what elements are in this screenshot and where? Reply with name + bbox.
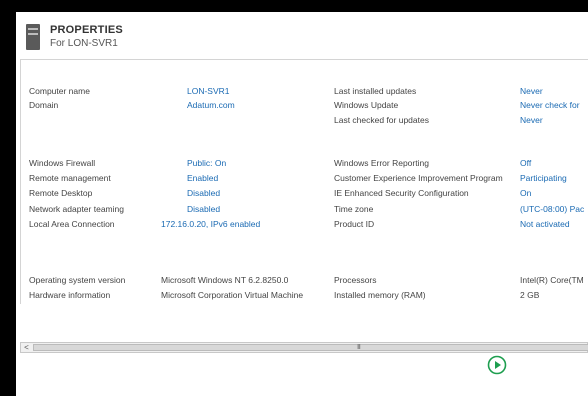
ie-esc-link[interactable]: On	[520, 188, 531, 198]
windows-update-label: Windows Update	[334, 100, 399, 110]
properties-panel: PROPERTIES For LON-SVR1 Computer name LO…	[16, 12, 588, 396]
hardware-info-label: Hardware information	[29, 290, 111, 300]
processors-label: Processors	[334, 275, 377, 285]
last-installed-updates-link[interactable]: Never	[520, 86, 543, 96]
os-version-value: Microsoft Windows NT 6.2.8250.0	[161, 275, 289, 285]
domain-label: Domain	[29, 100, 59, 110]
time-zone-label: Time zone	[334, 204, 374, 214]
computer-name-link[interactable]: LON-SVR1	[187, 86, 230, 96]
windows-firewall-label: Windows Firewall	[29, 158, 96, 168]
ie-esc-label: IE Enhanced Security Configuration	[334, 188, 469, 198]
last-checked-updates-label: Last checked for updates	[334, 115, 429, 125]
product-id-link[interactable]: Not activated	[520, 219, 570, 229]
remote-desktop-label: Remote Desktop	[29, 188, 93, 198]
scroll-grip-icon: III	[357, 344, 361, 351]
remote-management-label: Remote management	[29, 173, 111, 183]
time-zone-link[interactable]: (UTC-08:00) Pac	[520, 204, 584, 214]
scroll-thumb[interactable]: III	[33, 344, 588, 351]
page-subtitle: For LON-SVR1	[50, 38, 118, 49]
processors-value: Intel(R) Core(TM	[520, 275, 584, 285]
remote-management-link[interactable]: Enabled	[187, 173, 218, 183]
windows-update-link[interactable]: Never check for	[520, 100, 580, 110]
os-version-label: Operating system version	[29, 275, 126, 285]
last-installed-updates-label: Last installed updates	[334, 86, 417, 96]
windows-firewall-link[interactable]: Public: On	[187, 158, 226, 168]
domain-link[interactable]: Adatum.com	[187, 100, 235, 110]
remote-desktop-link[interactable]: Disabled	[187, 188, 220, 198]
network-adapter-teaming-link[interactable]: Disabled	[187, 204, 220, 214]
server-icon	[26, 24, 40, 50]
scroll-left-arrow-icon[interactable]: <	[21, 343, 32, 352]
network-adapter-teaming-label: Network adapter teaming	[29, 204, 124, 214]
computer-name-label: Computer name	[29, 86, 90, 96]
installed-memory-label: Installed memory (RAM)	[334, 290, 426, 300]
windows-error-reporting-label: Windows Error Reporting	[334, 158, 429, 168]
play-circle-icon[interactable]	[487, 355, 507, 375]
hardware-info-value: Microsoft Corporation Virtual Machine	[161, 290, 304, 300]
play-triangle	[495, 361, 501, 369]
page-title: PROPERTIES	[50, 24, 123, 36]
ceip-link[interactable]: Participating	[520, 173, 567, 183]
product-id-label: Product ID	[334, 219, 375, 229]
local-area-connection-label: Local Area Connection	[29, 219, 115, 229]
ceip-label: Customer Experience Improvement Program	[334, 173, 503, 183]
local-area-connection-link[interactable]: 172.16.0.20, IPv6 enabled	[161, 219, 260, 229]
properties-grid: Computer name LON-SVR1 Domain Adatum.com…	[20, 59, 588, 304]
horizontal-scrollbar[interactable]: < III	[20, 342, 588, 353]
installed-memory-value: 2 GB	[520, 290, 540, 300]
last-checked-updates-link[interactable]: Never	[520, 115, 543, 125]
windows-error-reporting-link[interactable]: Off	[520, 158, 531, 168]
